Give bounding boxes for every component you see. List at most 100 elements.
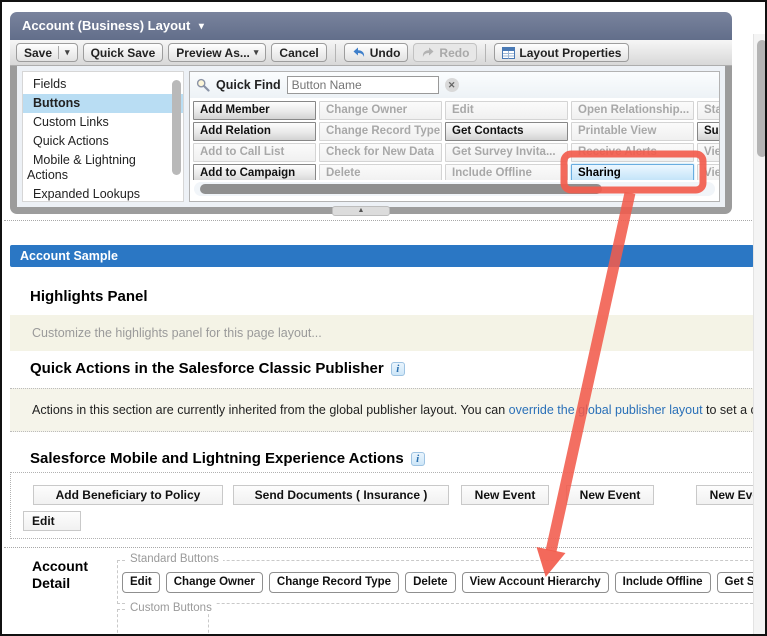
split-divider xyxy=(58,46,60,59)
cancel-button[interactable]: Cancel xyxy=(271,43,327,62)
standard-buttons-row: Edit Change Owner Change Record Type Del… xyxy=(122,572,765,593)
standard-buttons-fieldset: Standard Buttons Edit Change Owner Chang… xyxy=(117,553,765,604)
palette-item[interactable]: Add to Campaign xyxy=(193,164,316,180)
highlights-panel-box[interactable]: Customize the highlights panel for this … xyxy=(10,315,754,351)
palette-item[interactable]: Edit xyxy=(445,101,568,120)
sidebar-item-quick-actions[interactable]: Quick Actions xyxy=(23,132,183,151)
detail-button[interactable]: Change Owner xyxy=(165,572,263,593)
layout-properties-button[interactable]: Layout Properties xyxy=(494,43,630,62)
collapse-arrow-icon: ▲ xyxy=(357,207,365,214)
detail-button[interactable]: Delete xyxy=(405,572,456,593)
palette-item[interactable]: Add Relation xyxy=(193,122,316,141)
custom-buttons-fieldset: Custom Buttons xyxy=(117,602,216,634)
palette-collapse-handle[interactable]: ▲ xyxy=(332,206,390,216)
sidebar-item-expanded-lookups[interactable]: Expanded Lookups xyxy=(23,185,183,204)
publisher-text: Actions in this section are currently in… xyxy=(32,403,509,417)
classic-publisher-heading: Quick Actions in the Salesforce Classic … xyxy=(30,360,405,377)
search-icon xyxy=(196,78,210,92)
info-icon[interactable]: i xyxy=(390,361,405,376)
palette-category-list: Fields Buttons Custom Links Quick Action… xyxy=(22,71,184,202)
palette-item[interactable]: Include Offline xyxy=(445,164,568,180)
detail-button[interactable]: Include Offline xyxy=(614,572,711,593)
account-detail-heading: Account Detail xyxy=(32,558,88,592)
save-label: Save xyxy=(24,45,53,60)
panel-title: Account (Business) Layout xyxy=(22,18,191,33)
account-detail-title-line1: Account xyxy=(32,558,88,574)
palette-item[interactable]: Add to Call List xyxy=(193,143,316,162)
standard-buttons-label: Standard Buttons xyxy=(126,553,223,565)
category-scrollbar-thumb[interactable] xyxy=(172,80,181,175)
classic-publisher-title: Quick Actions in the Salesforce Classic … xyxy=(30,360,384,377)
palette-item[interactable]: Delete xyxy=(319,164,442,180)
toolbar-divider xyxy=(485,43,487,62)
detail-button[interactable]: Edit xyxy=(122,572,160,593)
sidebar-item-custom-links[interactable]: Custom Links xyxy=(23,113,183,132)
chevron-down-icon: ▾ xyxy=(65,47,70,57)
quick-save-button[interactable]: Quick Save xyxy=(82,43,164,62)
quick-find-input[interactable] xyxy=(286,76,439,94)
grid-horizontal-scrollbar xyxy=(194,182,715,196)
layout-editor-panel: Account (Business) Layout ▾ Save ▾ Quick… xyxy=(10,12,732,214)
grid-scrollbar-thumb[interactable] xyxy=(200,184,602,194)
info-icon[interactable]: i xyxy=(410,451,425,466)
palette-item[interactable]: Receive Alerts xyxy=(571,143,694,162)
classic-publisher-box: Actions in this section are currently in… xyxy=(10,388,754,432)
sidebar-item-mobile-lightning-actions[interactable]: Mobile & Lightning Actions xyxy=(23,151,183,185)
account-detail-title-line2: Detail xyxy=(32,575,71,591)
mobile-actions-box: Add Beneficiary to Policy Send Documents… xyxy=(10,472,754,539)
undo-button[interactable]: Undo xyxy=(343,43,409,62)
palette-item[interactable]: Get Contacts xyxy=(445,122,568,141)
palette-item-sharing[interactable]: Sharing xyxy=(571,164,694,180)
palette-item[interactable]: Printable View xyxy=(571,122,694,141)
palette-grid-box: Quick Find ✕ Add Member Change Owner Edi… xyxy=(189,71,720,202)
action-button[interactable]: New Event xyxy=(461,485,549,505)
save-button[interactable]: Save ▾ xyxy=(16,43,78,62)
preview-as-button[interactable]: Preview As... ▾ xyxy=(168,43,267,62)
palette-item[interactable]: View xyxy=(697,143,719,162)
clear-search-icon[interactable]: ✕ xyxy=(444,78,459,92)
sidebar-item-buttons[interactable]: Buttons xyxy=(23,94,183,113)
quick-find-row: Quick Find ✕ xyxy=(190,72,719,98)
toolbar-divider xyxy=(334,43,336,62)
palette-item[interactable]: Change Record Type xyxy=(319,122,442,141)
mobile-actions-title: Salesforce Mobile and Lightning Experien… xyxy=(30,450,404,467)
highlights-panel-title: Highlights Panel xyxy=(30,288,148,305)
override-layout-link[interactable]: override the global publisher layout xyxy=(509,403,703,417)
detail-button[interactable]: View Account Hierarchy xyxy=(461,572,609,593)
sidebar-item-fields[interactable]: Fields xyxy=(23,75,183,94)
page-scrollbar-track xyxy=(753,34,765,634)
redo-label: Redo xyxy=(439,45,470,60)
account-sample-header: Account Sample xyxy=(10,245,754,267)
action-button[interactable]: Add Beneficiary to Policy xyxy=(33,485,223,505)
screenshot-page: Account (Business) Layout ▾ Save ▾ Quick… xyxy=(0,0,767,636)
palette-item[interactable]: Open Relationship... xyxy=(571,101,694,120)
redo-icon xyxy=(423,47,434,57)
page-scrollbar-thumb[interactable] xyxy=(757,40,765,157)
action-button[interactable]: New Event xyxy=(696,485,753,505)
palette-item[interactable]: Check for New Data xyxy=(319,143,442,162)
section-divider xyxy=(4,547,752,548)
panel-frame: Fields Buttons Custom Links Quick Action… xyxy=(10,66,732,214)
palette-item[interactable]: Star xyxy=(697,101,719,120)
redo-button[interactable]: Redo xyxy=(413,43,478,62)
panel-body: Fields Buttons Custom Links Quick Action… xyxy=(17,66,725,207)
chevron-down-icon: ▾ xyxy=(253,47,259,57)
palette-item[interactable]: Add Member xyxy=(193,101,316,120)
layout-properties-icon xyxy=(502,46,516,59)
palette-item[interactable]: Subm xyxy=(697,122,719,141)
palette-item[interactable]: Change Owner xyxy=(319,101,442,120)
mobile-actions-heading: Salesforce Mobile and Lightning Experien… xyxy=(30,450,425,467)
chevron-down-icon: ▾ xyxy=(198,21,204,32)
undo-label: Undo xyxy=(369,45,401,60)
detail-button[interactable]: Change Record Type xyxy=(268,572,400,593)
custom-buttons-label: Custom Buttons xyxy=(126,602,216,614)
action-button[interactable]: Send Documents ( Insurance ) xyxy=(233,485,449,505)
section-divider xyxy=(4,220,752,221)
palette-item[interactable]: View xyxy=(697,164,719,180)
layout-properties-label: Layout Properties xyxy=(519,45,622,60)
action-button[interactable]: New Event xyxy=(566,485,654,505)
palette-item[interactable]: Get Survey Invita... xyxy=(445,143,568,162)
action-button-edit[interactable]: Edit xyxy=(23,511,81,531)
panel-title-bar[interactable]: Account (Business) Layout ▾ xyxy=(10,12,732,40)
undo-icon xyxy=(353,47,364,57)
